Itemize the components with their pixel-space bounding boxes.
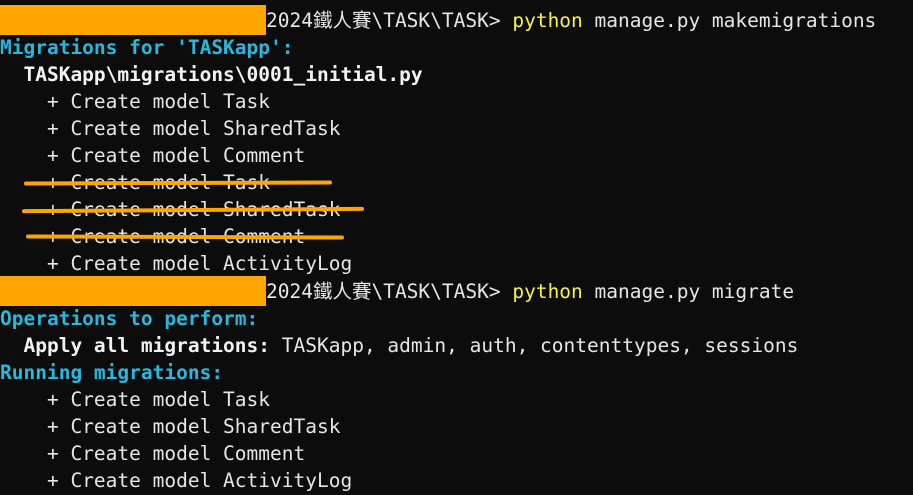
- prompt-line-makemigrations: 2024鐵人賽\TASK\TASK> python manage.py make…: [266, 7, 876, 34]
- migrations-header: Migrations for 'TASKapp':: [0, 36, 294, 59]
- migrate-op-line: + Create model Comment: [0, 442, 306, 465]
- migration-op-line: + Create model Task: [0, 90, 271, 113]
- apply-apps: TASKapp, admin, auth, contenttypes, sess…: [270, 334, 799, 357]
- migration-op-line: + Create model Comment: [0, 144, 306, 167]
- migration-op-line: + Create model ActivityLog: [0, 252, 353, 275]
- command-args: manage.py makemigrations: [582, 9, 877, 32]
- command-name: python: [512, 9, 583, 32]
- redacted-path-block: [0, 5, 266, 35]
- migrate-op-line: + Create model ActivityLog: [0, 469, 353, 492]
- prompt-path: 2024鐵人賽\TASK\TASK>: [266, 9, 513, 32]
- operations-header: Operations to perform:: [0, 307, 259, 330]
- redacted-path-block: [0, 276, 266, 306]
- prompt-path: 2024鐵人賽\TASK\TASK>: [266, 280, 513, 303]
- prompt-line-migrate: 2024鐵人賽\TASK\TASK> python manage.py migr…: [266, 278, 794, 305]
- command-name: python: [512, 280, 583, 303]
- apply-label: Apply all migrations:: [0, 334, 271, 357]
- running-migrations-header: Running migrations:: [0, 361, 224, 384]
- migration-op-line: + Create model SharedTask: [0, 117, 341, 140]
- migrate-op-line: + Create model Task: [0, 388, 271, 411]
- migration-file-path: TASKapp\migrations\0001_initial.py: [0, 63, 423, 86]
- terminal-window[interactable]: 2024鐵人賽\TASK\TASK> python manage.py make…: [0, 0, 913, 495]
- command-args: manage.py migrate: [582, 280, 795, 303]
- apply-migrations-line: Apply all migrations: TASKapp, admin, au…: [0, 332, 798, 359]
- strikethrough-mark: [23, 180, 333, 186]
- migrate-op-line: + Create model SharedTask: [0, 415, 341, 438]
